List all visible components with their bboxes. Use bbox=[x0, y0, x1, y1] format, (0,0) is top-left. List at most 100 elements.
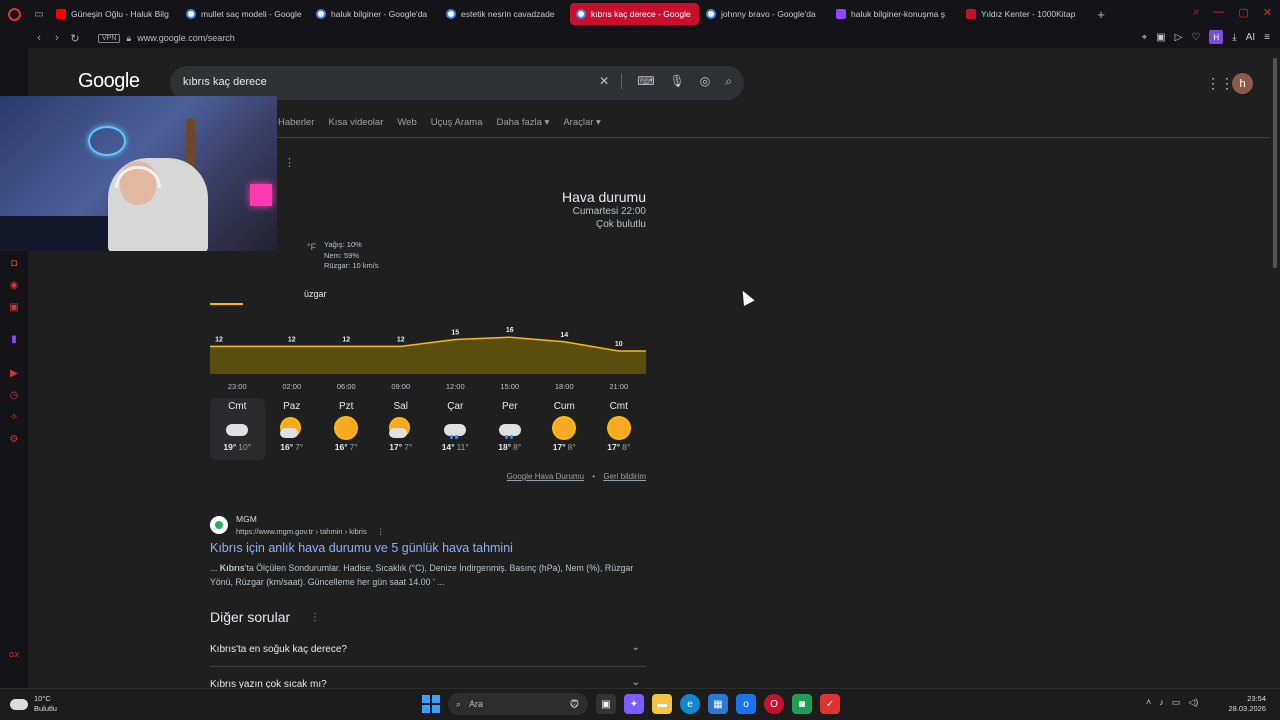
bag-icon[interactable]: ◘ bbox=[8, 258, 20, 270]
search-icon[interactable]: ⌕ bbox=[725, 74, 732, 89]
twitch-sidebar-icon[interactable]: ▮ bbox=[8, 334, 20, 346]
keyboard-icon[interactable]: ⌨ bbox=[637, 74, 654, 89]
tab-0[interactable]: Güneşin Oğlu - Haluk Bilg bbox=[50, 3, 179, 25]
aria-ai-button[interactable]: AI bbox=[1246, 32, 1255, 43]
tab-6[interactable]: haluk bilginer-konuşma ş bbox=[830, 3, 959, 25]
filter-3[interactable]: Uçuş Arama bbox=[431, 117, 483, 128]
feedback-link[interactable]: Geri bildirim bbox=[603, 472, 646, 481]
filter-5[interactable]: Araçlar ▾ bbox=[563, 117, 601, 128]
mic-tray-icon[interactable]: ♪ bbox=[1159, 697, 1164, 708]
volume-icon[interactable]: ◁) bbox=[1188, 697, 1198, 708]
instagram-icon[interactable]: ▣ bbox=[8, 302, 20, 314]
tab-7[interactable]: Yıldız Kenter - 1000Kitap bbox=[960, 3, 1089, 25]
play-icon[interactable]: ▷ bbox=[1175, 32, 1183, 43]
result-site-name[interactable]: MGM bbox=[236, 514, 257, 524]
task-view-icon[interactable]: ▣ bbox=[596, 694, 616, 714]
taskbar-search[interactable]: ⌕ Ara 🦁︎ bbox=[448, 693, 588, 715]
display-icon[interactable]: ▭ bbox=[1172, 697, 1181, 708]
file-explorer-icon[interactable]: ▬ bbox=[652, 694, 672, 714]
tray-chevron-icon[interactable]: ˄ bbox=[1146, 697, 1151, 708]
twitch-icon bbox=[836, 9, 846, 19]
day-temps: 17° 8° bbox=[552, 442, 576, 452]
result-title-link[interactable]: Kıbrıs için anlık hava durumu ve 5 günlü… bbox=[210, 541, 513, 555]
minimize-icon[interactable]: — bbox=[1213, 6, 1224, 19]
tab-1[interactable]: mullet saç modeli - Google bbox=[180, 3, 309, 25]
gx-icon[interactable]: GX bbox=[8, 650, 20, 662]
vpn-badge[interactable]: VPN bbox=[98, 33, 121, 43]
history-icon[interactable]: ◷ bbox=[8, 390, 20, 402]
forecast-day[interactable]: Pzt 16° 7° bbox=[319, 398, 374, 460]
weather-menu-icon[interactable]: ⋮ bbox=[284, 156, 295, 169]
paa-question[interactable]: Kıbrıs'ta en soğuk kaç derece? ⌄ bbox=[210, 632, 646, 667]
day-temps: 19° 10° bbox=[223, 442, 252, 452]
search-tabs-icon[interactable]: ⌕ bbox=[1193, 6, 1199, 19]
copilot-icon[interactable]: ✦ bbox=[624, 694, 644, 714]
pin-icon[interactable]: ▣ bbox=[1156, 32, 1165, 43]
whatsapp-icon[interactable]: ◙ bbox=[792, 694, 812, 714]
scroll-thumb[interactable] bbox=[1273, 58, 1277, 268]
filter-2[interactable]: Web bbox=[397, 117, 416, 128]
forecast-day[interactable]: Per 18° 8° bbox=[483, 398, 538, 460]
lens-icon[interactable]: ◎ bbox=[700, 74, 710, 89]
taskbar-weather[interactable]: 10°C Bulutlu bbox=[10, 694, 57, 714]
filter-0[interactable]: Haberler bbox=[278, 117, 314, 128]
extensions-icon[interactable]: ✧ bbox=[8, 412, 20, 424]
google-logo[interactable]: Google bbox=[78, 70, 140, 93]
paa-question[interactable]: Kıbrıs yazın çok sıcak mı? ⌄ bbox=[210, 667, 646, 688]
result-menu-icon[interactable]: ⋮ bbox=[377, 527, 385, 536]
paa-menu-icon[interactable]: ⋮ bbox=[310, 612, 320, 623]
forecast-day[interactable]: Çar 14° 11° bbox=[428, 398, 483, 460]
forecast-day[interactable]: Cum 17° 8° bbox=[537, 398, 592, 460]
tab-2[interactable]: haluk bilginer - Google'da bbox=[310, 3, 439, 25]
search-box[interactable]: kıbrıs kaç derece ✕ ⌨ 🎙︎ ◎ ⌕ bbox=[170, 66, 744, 100]
back-icon[interactable]: ‹ bbox=[30, 32, 48, 44]
mic-icon[interactable]: 🎙︎ bbox=[670, 74, 685, 89]
store-icon[interactable]: ▦ bbox=[708, 694, 728, 714]
close-window-icon[interactable]: ✕ bbox=[1263, 6, 1272, 19]
filter-1[interactable]: Kısa videolar bbox=[328, 117, 383, 128]
snapshot-icon[interactable]: ⌖ bbox=[1142, 32, 1148, 43]
taskbar-clock[interactable]: 23:54 28.03.2026 bbox=[1228, 694, 1266, 714]
menu-icon[interactable]: ≡ bbox=[1264, 32, 1270, 43]
download-icon[interactable]: ⤓ bbox=[1232, 32, 1236, 43]
tab-switcher-icon[interactable]: ▭ bbox=[28, 0, 50, 28]
chevron-down-icon[interactable]: ⌄ bbox=[632, 677, 640, 688]
app-icon[interactable]: ✓ bbox=[820, 694, 840, 714]
forecast-day[interactable]: Cmt 17° 8° bbox=[592, 398, 647, 460]
clear-icon[interactable]: ✕ bbox=[599, 74, 623, 89]
rain-icon bbox=[428, 415, 483, 441]
page-scrollbar[interactable] bbox=[1270, 48, 1280, 688]
tab-3[interactable]: estetik nesrin cavadzade bbox=[440, 3, 569, 25]
avatar[interactable]: h bbox=[1232, 73, 1253, 94]
opera-gx-icon[interactable]: O bbox=[764, 694, 784, 714]
unit-toggle[interactable]: °F bbox=[307, 242, 316, 252]
profile-badge[interactable]: H bbox=[1209, 30, 1224, 44]
chevron-down-icon[interactable]: ⌄ bbox=[632, 642, 640, 653]
edge-icon[interactable]: e bbox=[680, 694, 700, 714]
tab-wind[interactable]: üzgar bbox=[304, 289, 327, 299]
url-field[interactable]: www.google.com/search bbox=[137, 33, 235, 43]
temperature-chart[interactable]: 12 12 12 12 15 16 14 10 23:00 02:00 06:00 09:00 12:0… bbox=[210, 316, 646, 396]
heart-icon[interactable]: ♡ bbox=[1191, 32, 1200, 43]
forecast-day[interactable]: Paz 16° 7° bbox=[265, 398, 320, 460]
forecast-day[interactable]: Sal 17° 7° bbox=[374, 398, 429, 460]
new-tab-button[interactable]: + bbox=[1090, 7, 1112, 22]
lock-icon: 🔒︎ bbox=[126, 32, 132, 43]
tab-5[interactable]: johnny bravo - Google'da bbox=[700, 3, 829, 25]
reload-icon[interactable]: ↻ bbox=[66, 32, 84, 45]
filter-4[interactable]: Daha fazla ▾ bbox=[496, 117, 549, 128]
result-url[interactable]: https://www.mgm.gov.tr › tahmin › kibris… bbox=[236, 527, 384, 536]
messenger-icon[interactable]: ◉ bbox=[8, 280, 20, 292]
outlook-icon[interactable]: o bbox=[736, 694, 756, 714]
opera-logo-icon[interactable] bbox=[0, 0, 28, 28]
start-icon[interactable] bbox=[422, 695, 440, 713]
mgm-favicon-icon[interactable] bbox=[210, 516, 228, 534]
forecast-day[interactable]: Cmt 19° 10° bbox=[210, 398, 265, 460]
tab-4[interactable]: kıbrıs kaç derece - Google bbox=[570, 3, 699, 25]
player-icon[interactable]: ▶ bbox=[8, 368, 20, 380]
google-weather-link[interactable]: Google Hava Durumu bbox=[507, 472, 584, 481]
search-input[interactable]: kıbrıs kaç derece bbox=[183, 76, 267, 88]
forward-icon[interactable]: › bbox=[48, 32, 66, 44]
settings-icon[interactable]: ⚙ bbox=[8, 434, 20, 446]
maximize-icon[interactable]: ▢ bbox=[1238, 6, 1248, 19]
